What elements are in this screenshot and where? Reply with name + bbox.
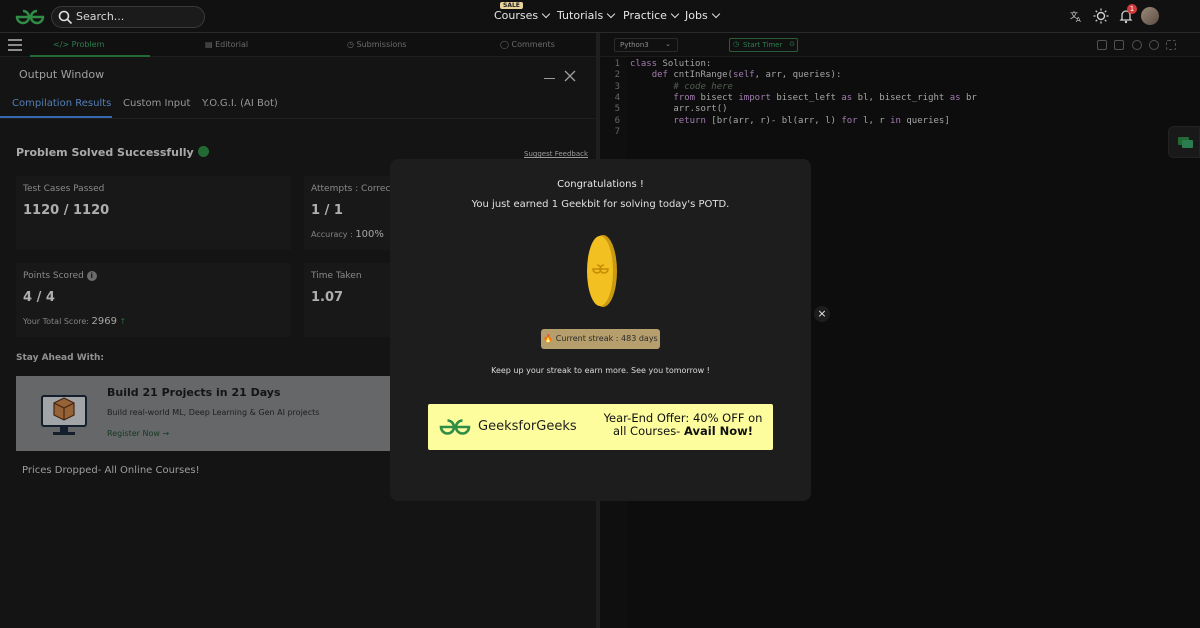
keep-streak-text: Keep up your streak to earn more. See yo… bbox=[491, 366, 710, 375]
chevron-down-icon bbox=[541, 9, 551, 19]
nav-jobs[interactable]: Jobs bbox=[685, 9, 720, 22]
close-icon[interactable]: × bbox=[814, 306, 830, 322]
avatar[interactable] bbox=[1141, 7, 1159, 25]
chevron-down-icon bbox=[670, 9, 680, 19]
nav-tutorials[interactable]: Tutorials bbox=[557, 9, 616, 22]
fire-icon: 🔥 bbox=[543, 334, 554, 343]
gfg-logo-icon bbox=[439, 419, 471, 435]
chevron-down-icon bbox=[711, 9, 720, 19]
chevron-down-icon bbox=[606, 9, 616, 19]
top-navbar: Search... SALE Courses Tutorials Practic… bbox=[0, 0, 1200, 33]
nav-courses-label: Courses bbox=[494, 9, 539, 22]
modal-title: Congratulations ! bbox=[557, 179, 644, 190]
streak-badge: 🔥 Current streak : 483 days bbox=[541, 329, 660, 349]
svg-text:A: A bbox=[1076, 16, 1081, 24]
theme-toggle-icon[interactable] bbox=[1093, 8, 1109, 24]
offer-line-2b: Avail Now! bbox=[684, 424, 754, 438]
gfg-logo-icon[interactable] bbox=[14, 8, 46, 26]
nav-practice[interactable]: Practice bbox=[623, 9, 680, 22]
sale-badge: SALE bbox=[500, 2, 523, 9]
offer-line-2: all Courses- Avail Now! bbox=[598, 425, 768, 438]
search-box[interactable]: Search... bbox=[51, 6, 205, 28]
streak-text: Current streak : 483 days bbox=[555, 334, 658, 343]
nav-courses[interactable]: Courses bbox=[494, 9, 551, 22]
nav-practice-label: Practice bbox=[623, 9, 667, 22]
offer-line-2a: all Courses- bbox=[612, 424, 681, 438]
geekbit-coin-icon bbox=[587, 235, 617, 307]
banner-brand: GeeksforGeeks bbox=[478, 419, 577, 434]
notification-badge: 1 bbox=[1127, 4, 1137, 14]
modal-subtitle: You just earned 1 Geekbit for solving to… bbox=[471, 199, 730, 210]
translate-icon[interactable]: 文 A bbox=[1068, 8, 1084, 24]
nav-tutorials-label: Tutorials bbox=[557, 9, 604, 22]
search-icon bbox=[58, 10, 73, 25]
year-end-offer-banner[interactable]: GeeksforGeeks Year-End Offer: 40% OFF on… bbox=[428, 404, 773, 450]
congrats-modal: × Congratulations ! You just earned 1 Ge… bbox=[390, 159, 830, 501]
search-placeholder: Search... bbox=[76, 10, 125, 23]
nav-jobs-label: Jobs bbox=[685, 9, 708, 22]
banner-offer: Year-End Offer: 40% OFF on all Courses- … bbox=[598, 412, 768, 438]
